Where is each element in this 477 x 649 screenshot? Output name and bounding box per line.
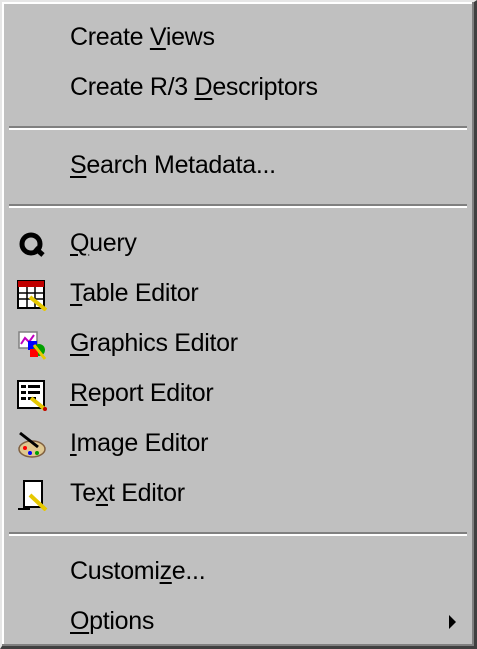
menu-item-options[interactable]: Options (2, 598, 474, 648)
menu-item-label: Create R/3 Descriptors (70, 73, 318, 101)
menu-separator (9, 204, 467, 208)
menu-separator (9, 532, 467, 536)
graphics-editor-icon (18, 331, 47, 360)
context-menu: Create Views Create R/3 Descriptors Sear… (0, 0, 477, 649)
menu-item-label: Table Editor (70, 279, 199, 307)
menu-item-search-metadata[interactable]: Search Metadata... (2, 142, 474, 192)
menu-item-label: Report Editor (70, 379, 214, 407)
menu-item-create-r3-descriptors[interactable]: Create R/3 Descriptors (2, 64, 474, 114)
submenu-arrow-icon (449, 615, 456, 629)
menu-item-label: Query (70, 229, 137, 257)
menu-item-label: Options (70, 607, 155, 635)
menu-item-label: Create Views (70, 23, 215, 51)
menu-separator (9, 126, 467, 130)
menu-item-table-editor[interactable]: Table Editor (2, 270, 474, 320)
menu-item-label: Graphics Editor (70, 329, 238, 357)
menu-item-label: Text Editor (70, 479, 185, 507)
menu-item-text-editor[interactable]: Text Editor (2, 470, 474, 520)
menu-item-graphics-editor[interactable]: Graphics Editor (2, 320, 474, 370)
menu-item-customize[interactable]: Customize... (2, 548, 474, 598)
menu-item-report-editor[interactable]: Report Editor (2, 370, 474, 420)
menu-item-label: Search Metadata... (70, 151, 276, 179)
image-editor-icon (18, 431, 46, 458)
menu-item-label: Image Editor (70, 429, 209, 457)
text-editor-icon (18, 480, 48, 511)
report-editor-icon (17, 380, 48, 411)
menu-item-create-views[interactable]: Create Views (2, 14, 474, 64)
table-editor-icon (17, 280, 48, 311)
menu-item-query[interactable]: Query (2, 220, 474, 270)
menu-item-label: Customize... (70, 557, 206, 585)
menu-item-image-editor[interactable]: Image Editor (2, 420, 474, 470)
query-icon (19, 232, 45, 257)
